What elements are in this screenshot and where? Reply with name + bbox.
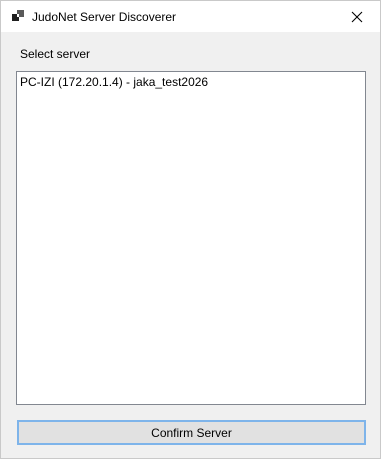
window-title: JudoNet Server Discoverer xyxy=(32,10,177,24)
confirm-server-button[interactable]: Confirm Server xyxy=(17,420,366,445)
app-window: JudoNet Server Discoverer Select server … xyxy=(0,0,381,459)
select-server-label: Select server xyxy=(20,47,91,61)
title-bar[interactable]: JudoNet Server Discoverer xyxy=(1,1,380,32)
app-icon xyxy=(12,10,24,22)
close-button[interactable] xyxy=(334,1,380,32)
list-item[interactable]: PC-IZI (172.20.1.4) - jaka_test2026 xyxy=(17,74,365,90)
close-icon xyxy=(351,11,363,23)
server-listbox[interactable]: PC-IZI (172.20.1.4) - jaka_test2026 xyxy=(16,71,366,405)
